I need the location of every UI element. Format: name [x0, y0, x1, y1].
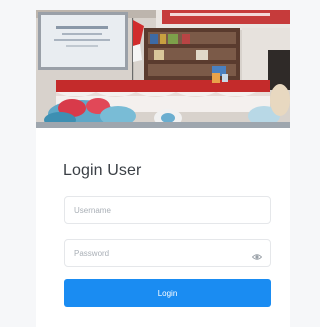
- eye-icon[interactable]: [251, 249, 263, 260]
- banner-photo: [36, 10, 290, 128]
- page-title: Login User: [63, 162, 142, 179]
- username-field-wrapper: [64, 196, 271, 224]
- password-field-wrapper: [64, 239, 271, 267]
- password-input[interactable]: [65, 240, 270, 266]
- login-button[interactable]: Login: [64, 279, 271, 307]
- banner-photo-graphic: [36, 10, 290, 128]
- login-card: Login User Login: [36, 10, 290, 327]
- username-input[interactable]: [65, 197, 270, 223]
